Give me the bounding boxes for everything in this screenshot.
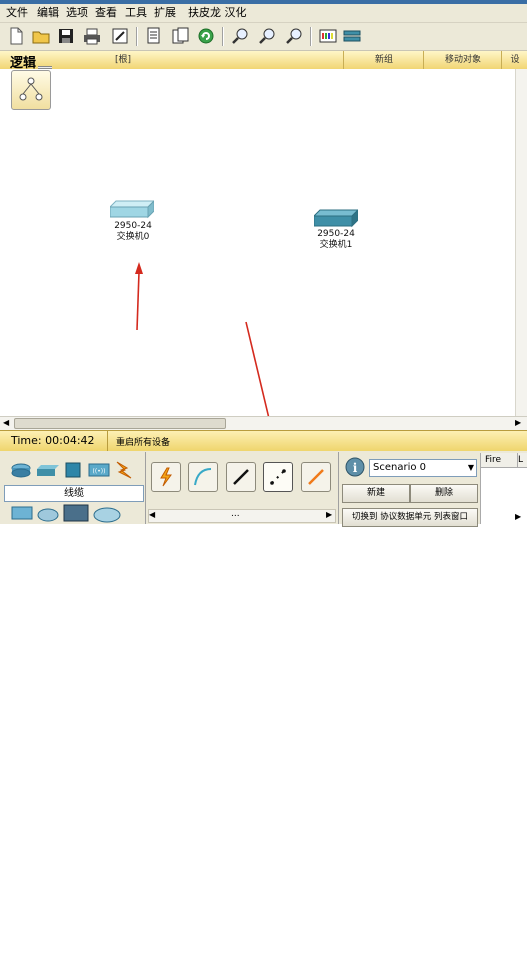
info-icon[interactable]: i xyxy=(345,457,365,477)
open-folder-icon[interactable] xyxy=(31,26,51,46)
column-fire[interactable]: Fire xyxy=(481,453,518,468)
device-model-label: 2950-24 xyxy=(114,221,152,231)
hub-category-icon[interactable] xyxy=(64,461,82,479)
new-scenario-button[interactable]: 新建 xyxy=(342,484,410,503)
crossover-cable-button[interactable] xyxy=(263,462,293,492)
set-background-button[interactable]: 设 xyxy=(501,51,527,69)
divider xyxy=(145,452,146,524)
scroll-right-icon[interactable] xyxy=(516,958,527,970)
scroll-right-icon[interactable]: ▶ xyxy=(515,512,521,522)
root-label[interactable]: [根] xyxy=(58,51,188,69)
router-category-icon[interactable] xyxy=(10,462,32,478)
straight-through-icon xyxy=(233,469,249,485)
scrollbar-thumb[interactable] xyxy=(14,418,226,429)
copy-icon[interactable] xyxy=(144,26,164,46)
end-device-category-icon[interactable] xyxy=(10,505,34,523)
paste-icon[interactable] xyxy=(170,26,190,46)
delete-scenario-button[interactable]: 删除 xyxy=(410,484,478,503)
device-name-label[interactable]: 交换机1 xyxy=(308,240,364,250)
activity-wizard-icon[interactable] xyxy=(110,26,130,46)
scroll-right-icon[interactable]: ▶ xyxy=(515,418,521,427)
move-object-button[interactable]: 移动对象 xyxy=(423,51,502,69)
auto-connect-button[interactable] xyxy=(151,462,181,492)
menu-options[interactable]: 选项 xyxy=(66,6,88,19)
wan-cloud-category-icon[interactable] xyxy=(36,505,60,523)
column-last-status[interactable]: L xyxy=(518,453,527,468)
menu-tools[interactable]: 工具 xyxy=(125,6,147,19)
scroll-left-icon[interactable]: ◀ xyxy=(149,510,155,520)
divider xyxy=(338,452,339,524)
chevron-down-icon: ▼ xyxy=(467,463,474,472)
more-indicator: ... xyxy=(231,509,240,519)
logical-workspace-bar: [根] 新组 移动对象 设 xyxy=(0,51,527,70)
save-icon[interactable] xyxy=(56,26,76,46)
device-name-label[interactable]: 交换机0 xyxy=(105,232,161,242)
palette-icon[interactable] xyxy=(318,26,338,46)
crossover-icon xyxy=(270,469,286,485)
main-toolbar xyxy=(0,23,527,51)
status-bar: Time: 00:04:42 重启所有设备 xyxy=(0,430,527,452)
lightning-icon xyxy=(160,467,172,487)
scenario-value: Scenario 0 xyxy=(373,462,427,473)
fiber-icon xyxy=(308,469,324,485)
scroll-left-icon[interactable]: ◀ xyxy=(3,418,9,427)
scroll-right-icon[interactable]: ▶ xyxy=(326,510,332,520)
logical-view-icon[interactable] xyxy=(11,70,51,110)
console-cable-icon xyxy=(194,468,212,486)
vertical-scrollbar[interactable] xyxy=(515,69,527,416)
connections-category-icon[interactable] xyxy=(113,460,135,480)
new-cluster-button[interactable]: 新组 xyxy=(343,51,424,69)
new-file-icon[interactable] xyxy=(6,26,26,46)
wireless-category-icon[interactable]: ((•)) xyxy=(88,462,110,478)
server-category-icon[interactable] xyxy=(62,503,90,523)
custom-device-icon[interactable] xyxy=(342,26,362,46)
scenario-select[interactable]: Scenario 0 ▼ xyxy=(369,459,477,477)
print-icon[interactable] xyxy=(82,26,102,46)
fiber-cable-button[interactable] xyxy=(301,462,331,492)
svg-text:((•)): ((•)) xyxy=(93,468,106,475)
console-cable-button[interactable] xyxy=(188,462,218,492)
switch-category-icon[interactable] xyxy=(37,462,59,478)
multiuser-category-icon[interactable] xyxy=(92,505,122,523)
divider xyxy=(107,431,108,451)
cable-scrollbar[interactable] xyxy=(148,509,336,523)
menu-file[interactable]: 文件 xyxy=(6,6,28,19)
device-model-label: 2950-24 xyxy=(317,229,355,239)
switch-icon[interactable] xyxy=(110,199,154,219)
straight-through-cable-button[interactable] xyxy=(226,462,256,492)
switch-icon[interactable] xyxy=(314,208,358,228)
menu-view[interactable]: 查看 xyxy=(95,6,117,19)
topology-icon xyxy=(19,77,43,101)
zoom-out-icon[interactable] xyxy=(284,26,304,46)
toggle-pdu-list-button[interactable]: 切换到 协议数据单元 列表窗口 xyxy=(342,508,478,527)
time-display: Time: 00:04:42 xyxy=(11,434,95,447)
menu-edit[interactable]: 编辑 xyxy=(37,6,59,19)
logical-workspace[interactable] xyxy=(0,69,515,416)
zoom-in-icon[interactable] xyxy=(230,26,250,46)
undo-icon[interactable] xyxy=(196,26,216,46)
menu-extensions[interactable]: 扩展 xyxy=(154,6,176,19)
category-label: 线缆 xyxy=(4,485,144,502)
svg-text:i: i xyxy=(353,461,358,475)
menu-bar: 文件 编辑 选项 查看 工具 扩展 扶皮龙 汉化 xyxy=(0,4,527,23)
zoom-reset-icon[interactable] xyxy=(257,26,277,46)
power-cycle-button[interactable]: 重启所有设备 xyxy=(116,435,170,448)
menu-localization[interactable]: 扶皮龙 汉化 xyxy=(188,6,247,19)
